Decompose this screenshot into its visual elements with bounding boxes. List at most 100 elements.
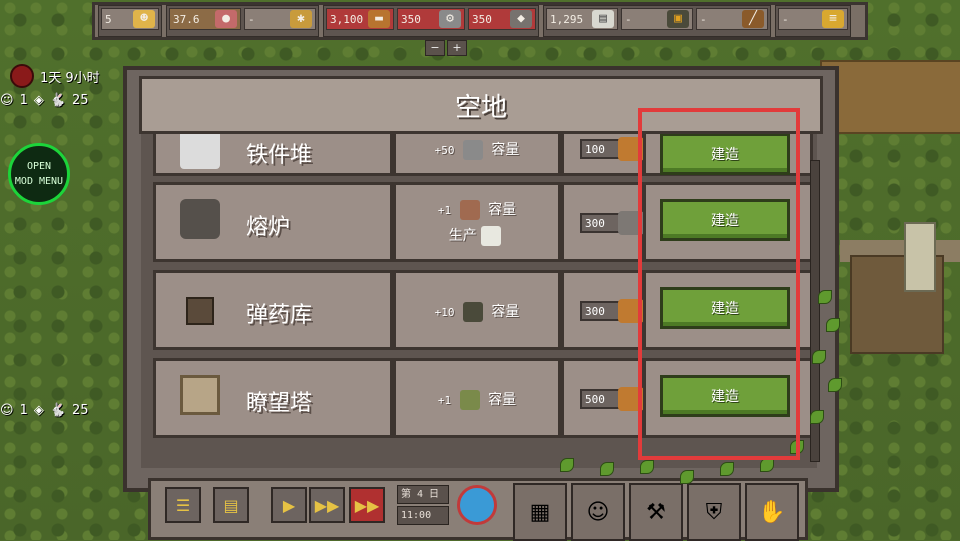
vine-leaf bbox=[600, 462, 614, 476]
resource-stone[interactable]: 350 ◆ bbox=[468, 8, 536, 30]
blood-moon-icon bbox=[10, 64, 34, 88]
gold-icon: ≡ bbox=[822, 10, 844, 28]
building-name: 弹药库 bbox=[246, 303, 313, 328]
zoom-in-button[interactable]: + bbox=[447, 40, 467, 56]
building-name: 熔炉 bbox=[246, 215, 291, 240]
map-field bbox=[820, 60, 960, 134]
building-effect-cell: +1 容量 生产 bbox=[393, 182, 561, 262]
clock-label: 11:00 bbox=[397, 506, 449, 525]
effect-line: +50 容量 bbox=[434, 140, 520, 160]
category-people-button[interactable]: ☺ bbox=[571, 483, 625, 541]
resource-ammo[interactable]: - ▣ bbox=[621, 8, 693, 30]
vine-leaf bbox=[790, 440, 804, 454]
effect-line: +1 容量 bbox=[437, 200, 517, 220]
resource-settlers[interactable]: 5 ☻ bbox=[101, 8, 159, 30]
worker-icon bbox=[459, 200, 480, 220]
tasks-button[interactable]: ▤ bbox=[213, 487, 249, 523]
ammo-icon: ▣ bbox=[667, 10, 689, 28]
resource-bar: 5 ☻ 37.6 ● - ✱ 3,100 ▬ 350 ⚙ 350 ◆ 1,295… bbox=[92, 2, 868, 40]
build-button-furnace[interactable]: 建造 bbox=[660, 199, 790, 241]
paper-icon: ▤ bbox=[592, 10, 614, 28]
building-name-cell: 瞭望塔 bbox=[153, 358, 393, 438]
building-action-cell: 建造 bbox=[643, 358, 813, 438]
resource-group-goods: 1,295 ▤ - ▣ - ╱ bbox=[543, 5, 771, 37]
ammo-icon bbox=[462, 302, 483, 322]
paper-icon bbox=[481, 226, 502, 246]
day-indicator: 1天 9小时 bbox=[10, 64, 100, 88]
resource-wheat[interactable]: - ✱ bbox=[244, 8, 316, 30]
food-crate-icon: ▦ bbox=[529, 499, 551, 525]
building-row-ammo-depot: 弹药库 +10 容量 300 建造 bbox=[153, 270, 813, 350]
rabbit-icon: 🐇 bbox=[49, 93, 67, 108]
stone-icon bbox=[618, 211, 644, 235]
resource-group-population: 5 ☻ bbox=[98, 5, 162, 37]
cost-box: 500 bbox=[580, 387, 644, 411]
speed-normal-button[interactable]: ▶ bbox=[271, 487, 307, 523]
vine-leaf bbox=[640, 460, 654, 474]
stone-icon: ◆ bbox=[510, 10, 532, 28]
furnace-icon bbox=[180, 199, 220, 239]
cost-box: 100 bbox=[580, 137, 644, 161]
building-row-iron-pile: 铁件堆 +50 容量 100 建造 bbox=[153, 134, 813, 176]
category-trade-button[interactable]: ✋ bbox=[745, 483, 799, 541]
resource-wood[interactable]: 3,100 ▬ bbox=[326, 8, 394, 30]
cost-box: 300 bbox=[580, 299, 644, 323]
wood-icon bbox=[618, 137, 644, 161]
category-food-button[interactable]: ▦ bbox=[513, 483, 567, 541]
map-cart bbox=[904, 222, 936, 292]
building-list[interactable]: 铁件堆 +50 容量 100 建造 熔炉 +1 容量 生产 300 建造 弹药库… bbox=[141, 134, 817, 468]
vine-leaf bbox=[826, 318, 840, 332]
gold-hand-icon: ✋ bbox=[758, 499, 786, 525]
building-action-cell: 建造 bbox=[643, 134, 813, 176]
menu-button[interactable]: ☰ bbox=[165, 487, 201, 523]
resource-group-materials: 3,100 ▬ 350 ⚙ 350 ◆ bbox=[323, 5, 539, 37]
day-cycle-icon[interactable] bbox=[457, 485, 497, 525]
shield-icon: ⛨ bbox=[705, 499, 723, 525]
resource-weapon[interactable]: - ╱ bbox=[696, 8, 768, 30]
wood-icon bbox=[618, 299, 644, 323]
settler-icon: ☺ bbox=[0, 403, 14, 418]
building-action-cell: 建造 bbox=[643, 182, 813, 262]
zoom-controls: − + bbox=[425, 40, 467, 56]
ammo-depot-icon bbox=[186, 297, 214, 325]
fastest-icon: ▶▶ bbox=[354, 495, 380, 515]
vine-leaf bbox=[680, 470, 694, 484]
bottom-toolbar: ☰ ▤ ▶ ▶▶ ▶▶ 第 4 日 11:00 ▦ ☺ ⚒ ⛨ ✋ bbox=[148, 478, 808, 541]
hammer-anvil-icon: ⚒ bbox=[646, 499, 666, 525]
category-defense-button[interactable]: ⛨ bbox=[687, 483, 741, 541]
speed-fastest-button[interactable]: ▶▶ bbox=[349, 487, 385, 523]
day-label: 第 4 日 bbox=[397, 485, 449, 504]
category-crafting-button[interactable]: ⚒ bbox=[629, 483, 683, 541]
building-name: 瞭望塔 bbox=[246, 391, 313, 416]
resource-gold[interactable]: - ≡ bbox=[778, 8, 848, 30]
gear-icon bbox=[462, 140, 483, 160]
zoom-out-button[interactable]: − bbox=[425, 40, 445, 56]
day-time-label: 1天 9小时 bbox=[40, 70, 100, 86]
build-button-ammo-depot[interactable]: 建造 bbox=[660, 287, 790, 329]
building-cost-cell: 300 bbox=[561, 270, 644, 350]
build-button-watchtower[interactable]: 建造 bbox=[660, 375, 790, 417]
effect-line: +1 容量 bbox=[437, 390, 517, 410]
vine-leaf bbox=[818, 290, 832, 304]
resource-paper[interactable]: 1,295 ▤ bbox=[546, 8, 618, 30]
iron-pile-icon bbox=[180, 134, 220, 169]
building-cost-cell: 500 bbox=[561, 358, 644, 438]
build-button-iron-pile[interactable]: 建造 bbox=[660, 134, 790, 175]
building-action-cell: 建造 bbox=[643, 270, 813, 350]
compass-icon: ◈ bbox=[33, 403, 44, 418]
speed-fast-button[interactable]: ▶▶ bbox=[309, 487, 345, 523]
wood-icon: ▬ bbox=[368, 10, 390, 28]
fast-forward-icon: ▶▶ bbox=[314, 495, 340, 515]
soldier-icon bbox=[459, 390, 480, 410]
building-effect-cell: +10 容量 bbox=[393, 270, 561, 350]
vine-leaf bbox=[828, 378, 842, 392]
effect-line: +10 容量 bbox=[434, 302, 520, 322]
vine-leaf bbox=[560, 458, 574, 472]
resource-iron-parts[interactable]: 350 ⚙ bbox=[397, 8, 465, 30]
vine-leaf bbox=[810, 410, 824, 424]
building-effect-cell: +1 容量 bbox=[393, 358, 561, 438]
settler-icon: ☻ bbox=[133, 10, 155, 28]
resource-meat[interactable]: 37.6 ● bbox=[169, 8, 241, 30]
open-mod-menu-button[interactable]: OPEN MOD MENU bbox=[8, 143, 70, 205]
calendar: 第 4 日 11:00 bbox=[397, 485, 449, 525]
